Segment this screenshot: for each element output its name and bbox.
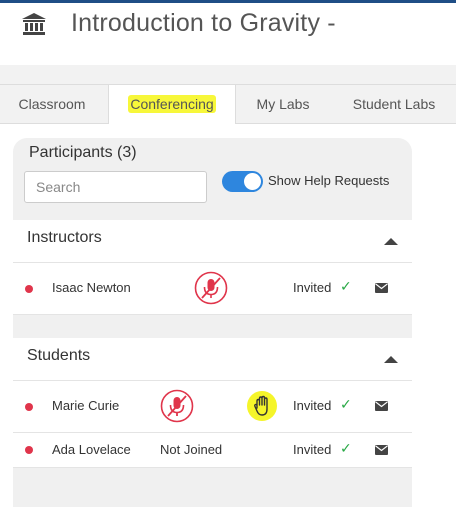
tab-bar: Classroom Conferencing My Labs Student L… (0, 84, 456, 124)
status-dot-icon (25, 403, 33, 411)
participant-name: Marie Curie (52, 398, 120, 413)
check-icon: ✓ (340, 440, 352, 456)
section-title: Students (27, 347, 91, 364)
section-title: Instructors (27, 229, 102, 246)
tab-conferencing[interactable]: Conferencing (108, 85, 236, 124)
raised-hand-icon[interactable] (246, 390, 278, 422)
participants-title: Participants (3) (29, 144, 137, 161)
muted-mic-icon[interactable] (194, 271, 228, 305)
envelope-icon[interactable] (375, 445, 388, 455)
check-icon: ✓ (340, 278, 352, 294)
tab-student-labs[interactable]: Student Labs (336, 85, 452, 123)
tab-label: My Labs (256, 96, 310, 112)
envelope-icon[interactable] (375, 401, 388, 411)
participant-row: Marie Curie Invited ✓ (13, 381, 412, 433)
check-icon: ✓ (340, 396, 352, 412)
participant-name: Isaac Newton (52, 280, 131, 295)
envelope-icon[interactable] (375, 283, 388, 293)
tab-classroom[interactable]: Classroom (0, 85, 104, 123)
students-section: Students Marie Curie Invited ✓ Ada Lovel… (13, 338, 412, 468)
collapse-caret-icon[interactable] (384, 356, 398, 363)
participants-panel: Participants (3) Show Help Requests Inst… (13, 138, 412, 507)
search-input[interactable] (24, 171, 207, 203)
tab-my-labs[interactable]: My Labs (240, 85, 326, 123)
status-dot-icon (25, 446, 33, 454)
collapse-caret-icon[interactable] (384, 238, 398, 245)
invite-status: Invited (293, 442, 332, 457)
toggle-knob (244, 173, 261, 190)
instructors-section: Instructors Isaac Newton Invited ✓ (13, 220, 412, 315)
institution-icon (22, 13, 46, 35)
participant-row: Ada Lovelace Not Joined Invited ✓ (13, 433, 412, 468)
page-title: Introduction to Gravity - (71, 9, 336, 37)
help-requests-label: Show Help Requests (268, 173, 390, 188)
invite-status: Invited (293, 280, 332, 295)
not-joined-label: Not Joined (160, 442, 223, 457)
invite-status: Invited (293, 398, 332, 413)
course-header: Introduction to Gravity - (0, 3, 456, 65)
participant-name: Ada Lovelace (52, 442, 131, 457)
students-header: Students (13, 338, 412, 381)
tab-label: Conferencing (128, 95, 216, 113)
instructors-header: Instructors (13, 220, 412, 263)
header-gap (0, 65, 456, 84)
participant-row: Isaac Newton Invited ✓ (13, 263, 412, 315)
muted-mic-icon[interactable] (160, 389, 194, 423)
tab-label: Student Labs (352, 96, 436, 112)
status-dot-icon (25, 285, 33, 293)
tab-label: Classroom (18, 96, 86, 112)
help-requests-toggle[interactable] (222, 171, 263, 192)
